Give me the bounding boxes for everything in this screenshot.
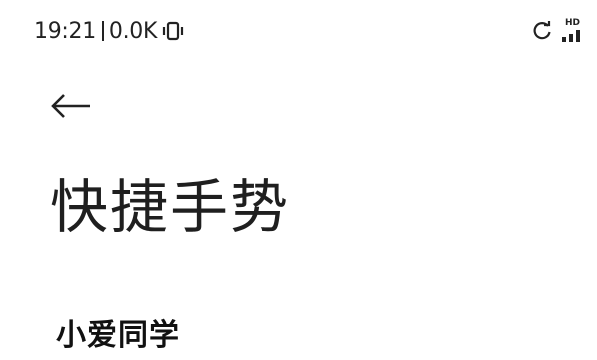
- signal-bars-icon: [562, 30, 580, 42]
- status-right: HD: [531, 16, 583, 46]
- back-button[interactable]: [50, 88, 98, 124]
- section-label-xiaoai: 小爱同学: [56, 318, 180, 353]
- sync-icon: [533, 21, 551, 40]
- hd-signal-indicator: HD: [561, 18, 583, 44]
- status-separator: [101, 21, 104, 41]
- status-bar: 19:21 0.0K HD: [0, 0, 597, 60]
- status-time: 19:21: [34, 18, 96, 44]
- back-arrow-icon: [51, 94, 90, 118]
- vibrate-icon: [163, 21, 184, 41]
- page-title: 快捷手势: [50, 173, 291, 241]
- network-speed: 0.0K: [108, 18, 158, 44]
- hd-label: HD: [565, 18, 581, 28]
- status-left: 19:21 0.0K: [34, 17, 185, 45]
